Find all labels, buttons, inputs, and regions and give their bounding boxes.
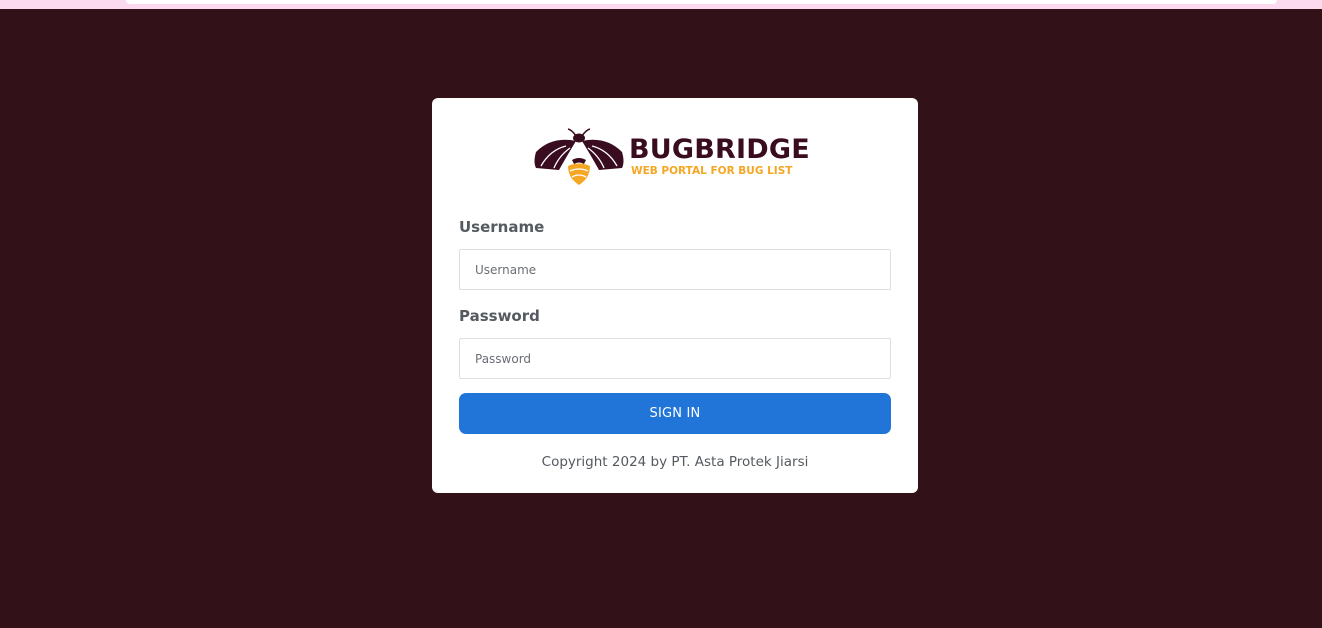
password-label: Password (459, 307, 540, 325)
browser-top-strip-inner (126, 0, 1277, 4)
login-card: BUGBRIDGE WEB PORTAL FOR BUG LIST Userna… (432, 98, 918, 493)
copyright-text: Copyright 2024 by PT. Asta Protek Jiarsi (541, 454, 809, 470)
brand-logo: BUGBRIDGE WEB PORTAL FOR BUG LIST (532, 126, 812, 188)
sign-in-button[interactable]: SIGN IN (459, 393, 891, 434)
browser-top-strip (0, 0, 1322, 9)
brand-tagline: WEB PORTAL FOR BUG LIST (631, 165, 793, 177)
username-label: Username (459, 218, 545, 236)
username-input[interactable] (459, 249, 891, 290)
firefly-bug-icon (534, 128, 624, 185)
brand-name: BUGBRIDGE (629, 134, 810, 165)
password-input[interactable] (459, 338, 891, 379)
